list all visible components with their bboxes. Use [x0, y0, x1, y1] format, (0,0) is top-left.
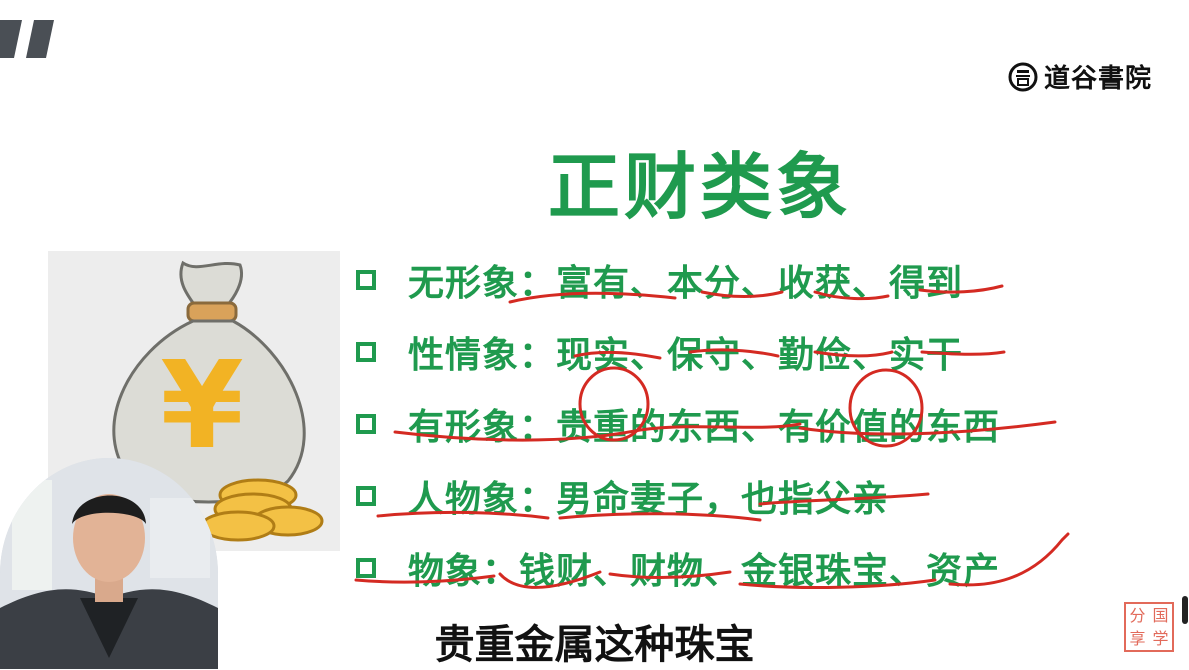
stamp-char: 学 — [1152, 629, 1169, 648]
brand-logo: 道谷書院 — [1008, 58, 1152, 95]
bullet-value: 贵重的东西、有价值的东西 — [556, 407, 1001, 448]
svg-text:¥: ¥ — [160, 337, 244, 476]
decorative-bars — [0, 20, 54, 58]
bullet-value: 现实、保守、勤俭、实干 — [556, 335, 964, 376]
bullet-label: 人物象： — [408, 479, 557, 520]
checkbox-icon — [356, 414, 376, 434]
bullet-value: 钱财、财物、金银珠宝、资产 — [519, 551, 1001, 592]
bullet-item: 人物象： 男命妻子，也指父亲 — [356, 460, 1076, 532]
bullet-item: 有形象： 贵重的东西、有价值的东西 — [356, 388, 1076, 460]
bullet-label: 有形象： — [408, 407, 557, 448]
scrollbar-handle[interactable] — [1182, 596, 1188, 624]
bullet-value: 富有、本分、收获、得到 — [556, 263, 964, 304]
checkbox-icon — [356, 486, 376, 506]
stamp-char: 国 — [1152, 606, 1169, 625]
video-subtitle: 贵重金属这种珠宝 — [434, 622, 755, 668]
bullet-value: 男命妻子，也指父亲 — [556, 479, 890, 520]
bullet-label: 性情象： — [408, 335, 557, 376]
bullet-item: 物象： 钱财、财物、金银珠宝、资产 — [356, 532, 1076, 604]
bullet-list: 无形象： 富有、本分、收获、得到 性情象： 现实、保守、勤俭、实干 有形象： 贵… — [356, 244, 1076, 604]
stamp-char: 分 — [1129, 606, 1146, 625]
checkbox-icon — [356, 270, 376, 290]
stamp-char: 享 — [1129, 629, 1146, 648]
slide-title: 正财类象 — [548, 145, 853, 229]
bullet-item: 无形象： 富有、本分、收获、得到 — [356, 244, 1076, 316]
seal-icon — [1008, 62, 1038, 91]
stamp-watermark: 分 国 享 学 — [1124, 602, 1174, 652]
checkbox-icon — [356, 558, 376, 578]
bullet-item: 性情象： 现实、保守、勤俭、实干 — [356, 316, 1076, 388]
bullet-label: 无形象： — [408, 263, 557, 304]
checkbox-icon — [356, 342, 376, 362]
bullet-label: 物象： — [408, 551, 520, 592]
brand-name: 道谷書院 — [1044, 64, 1153, 94]
